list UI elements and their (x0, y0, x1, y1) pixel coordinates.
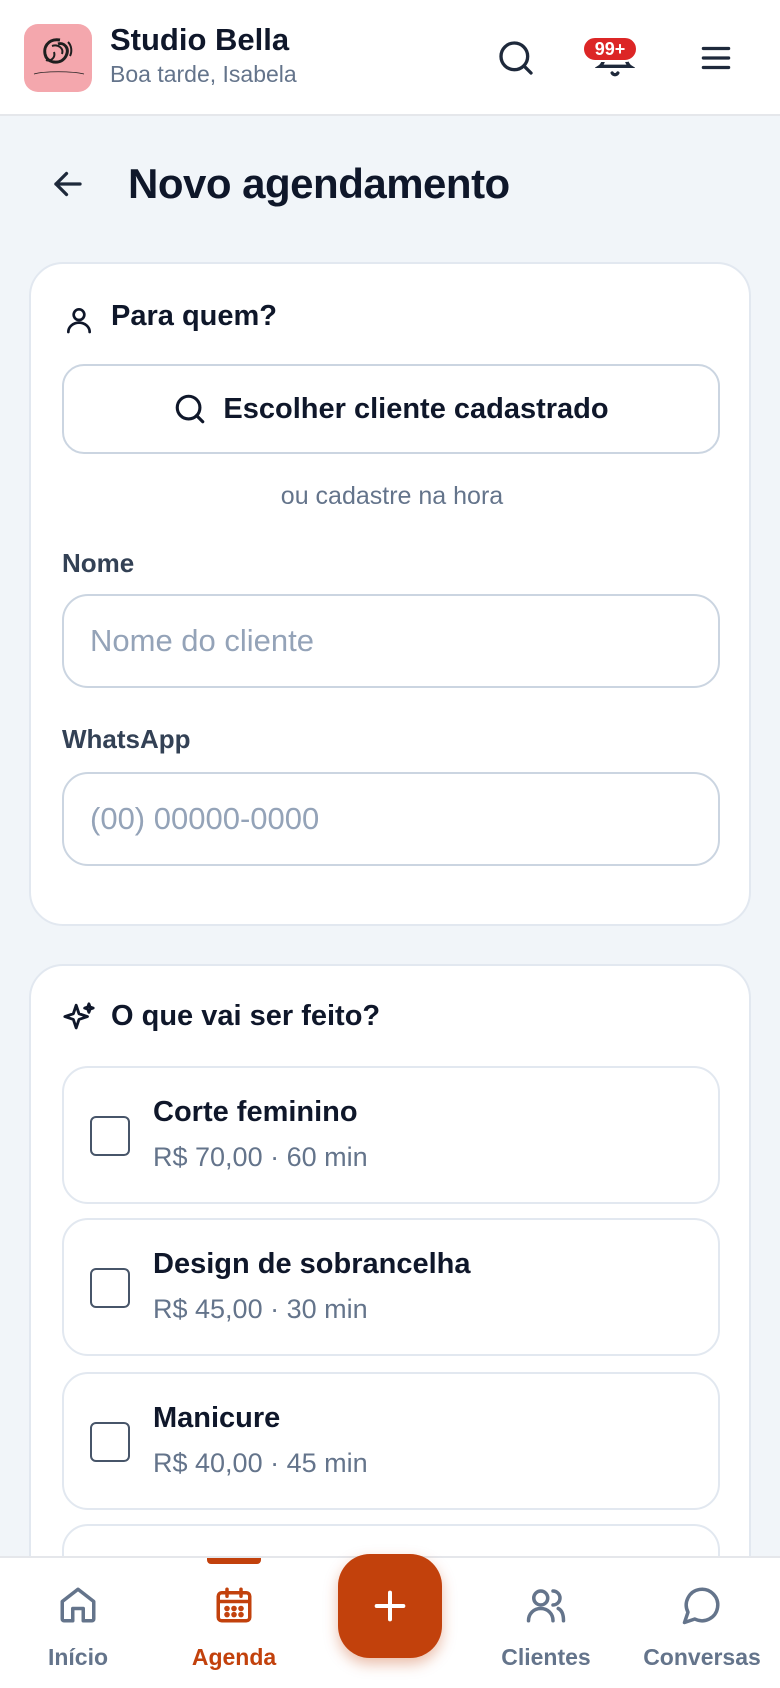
home-icon (0, 1584, 156, 1628)
services-section-title: O que vai ser feito? (111, 1000, 381, 1032)
service-checkbox[interactable] (90, 1116, 130, 1156)
service-price-duration: R$ 40,00 · 45 min (153, 1448, 368, 1478)
choose-client-label: Escolher cliente cadastrado (223, 392, 609, 425)
name-label: Nome (62, 548, 135, 578)
studio-logo[interactable] (24, 24, 92, 92)
search-icon[interactable] (492, 34, 540, 82)
nav-inicio[interactable]: Início (0, 1558, 156, 1688)
users-icon (468, 1584, 624, 1628)
service-name: Corte feminino (153, 1096, 358, 1128)
nav-label: Conversas (643, 1644, 761, 1670)
service-price-duration: R$ 70,00 · 60 min (153, 1142, 368, 1172)
brand-name: Studio Bella (110, 22, 290, 57)
service-name: Design de sobrancelha (153, 1248, 471, 1280)
nav-label: Clientes (501, 1644, 591, 1670)
or-register-text: ou cadastre na hora (280, 482, 504, 510)
notification-badge: 99+ (582, 36, 638, 62)
calendar-icon (156, 1584, 312, 1628)
nav-label: Agenda (191, 1644, 277, 1670)
whatsapp-label: WhatsApp (62, 724, 191, 754)
menu-icon[interactable] (692, 34, 740, 82)
nav-agenda[interactable]: Agenda (156, 1558, 312, 1688)
client-card: Para quem? Escolher cliente cadastrado o… (29, 262, 751, 926)
chat-icon (624, 1584, 780, 1628)
nav-label: Início (47, 1644, 109, 1670)
client-name-input[interactable] (62, 594, 720, 688)
add-appointment-button[interactable] (338, 1554, 442, 1658)
top-bar: Studio Bella Boa tarde, Isabela 99+ (0, 0, 780, 116)
nav-clientes[interactable]: Clientes (468, 1558, 624, 1688)
greeting-text: Boa tarde, Isabela (110, 61, 297, 87)
service-checkbox[interactable] (90, 1422, 130, 1462)
service-item[interactable]: Design de sobrancelha R$ 45,00 · 30 min (62, 1218, 720, 1356)
user-icon (61, 302, 97, 338)
whatsapp-input[interactable] (62, 772, 720, 866)
active-indicator (207, 1558, 261, 1564)
service-name: Manicure (153, 1402, 281, 1434)
service-checkbox[interactable] (90, 1268, 130, 1308)
plus-icon (370, 1586, 410, 1626)
choose-client-button[interactable]: Escolher cliente cadastrado (62, 364, 720, 454)
service-price-duration: R$ 45,00 · 30 min (153, 1294, 368, 1324)
sparkles-icon (61, 1000, 97, 1036)
service-item[interactable]: Corte feminino R$ 70,00 · 60 min (62, 1066, 720, 1204)
service-item[interactable]: Manicure R$ 40,00 · 45 min (62, 1372, 720, 1510)
nav-conversas[interactable]: Conversas (624, 1558, 780, 1688)
page-title: Novo agendamento (128, 160, 510, 207)
search-icon (173, 392, 207, 426)
client-section-title: Para quem? (111, 300, 277, 332)
back-arrow-icon[interactable] (44, 160, 92, 208)
